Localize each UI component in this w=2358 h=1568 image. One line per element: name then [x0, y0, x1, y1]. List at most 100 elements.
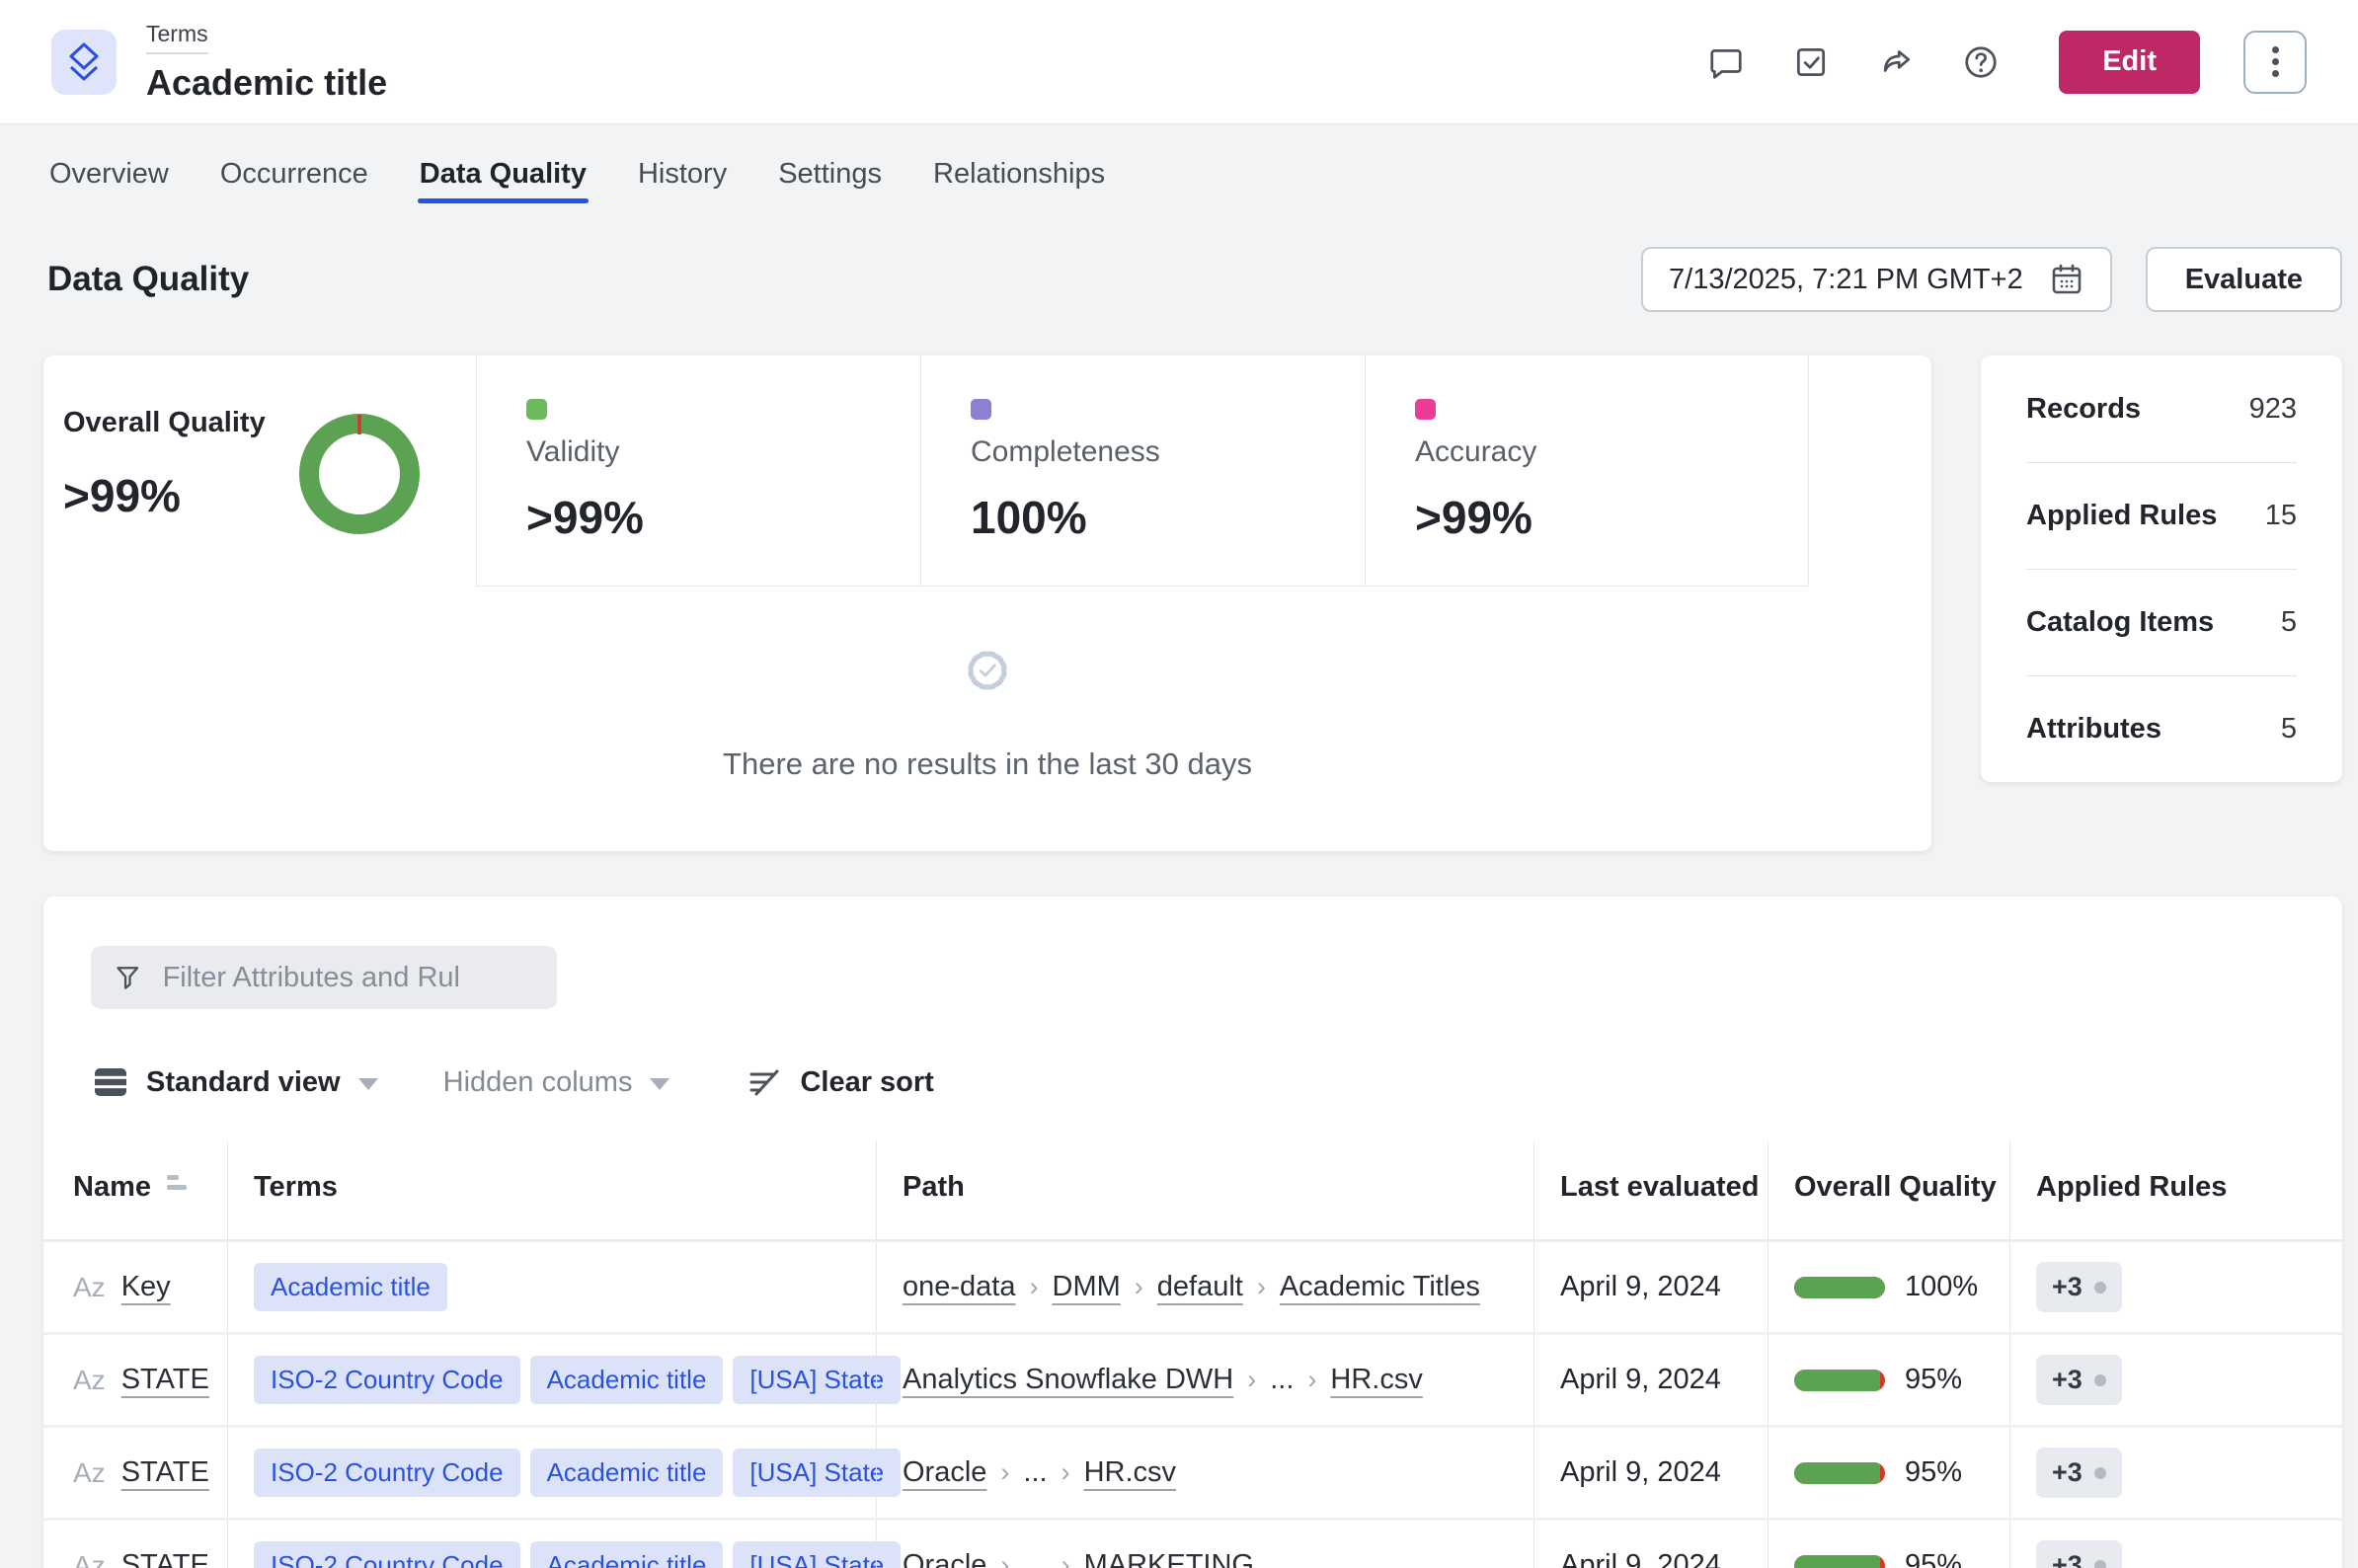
column-header-path[interactable]: Path	[876, 1141, 1533, 1239]
path-segment[interactable]: default	[1157, 1271, 1243, 1303]
tasks-button[interactable]	[1790, 41, 1832, 83]
quality-percent: 95%	[1905, 1364, 1962, 1396]
path-segment[interactable]: Academic Titles	[1280, 1271, 1480, 1303]
cell-overall-quality: 95%	[1768, 1335, 2009, 1425]
tab-overview[interactable]: Overview	[47, 154, 171, 211]
data-quality-panel: Overall Quality >99% Validity>99%Complet…	[43, 355, 1931, 851]
tab-history[interactable]: History	[636, 154, 729, 211]
help-button[interactable]	[1960, 41, 2002, 83]
path-segment[interactable]: DMM	[1053, 1271, 1121, 1303]
applied-rules-count: +3	[2052, 1365, 2083, 1395]
path-segment[interactable]: Analytics Snowflake DWH	[903, 1364, 1233, 1396]
metric-card-validity: Validity>99%	[476, 355, 920, 587]
share-button[interactable]	[1875, 41, 1917, 83]
applied-rules-count: +3	[2052, 1272, 2083, 1302]
tab-occurrence[interactable]: Occurrence	[218, 154, 370, 211]
column-header-terms[interactable]: Terms	[227, 1141, 876, 1239]
cell-terms: ISO-2 Country CodeAcademic title[USA] St…	[227, 1335, 876, 1425]
hidden-columns-picker[interactable]: Hidden colums	[443, 1066, 670, 1099]
sort-indicator-icon	[167, 1175, 187, 1190]
attributes-table-panel: Standard view Hidden colums Clear sort N…	[43, 897, 2342, 1568]
term-chip[interactable]: Academic title	[530, 1541, 724, 1568]
chevron-separator: ›	[1061, 1457, 1070, 1488]
last-evaluated-date: April 9, 2024	[1560, 1364, 1721, 1396]
cell-terms: Academic title	[227, 1242, 876, 1332]
attribute-name-link[interactable]: STATE	[121, 1364, 209, 1396]
path-segment[interactable]: Oracle	[903, 1549, 986, 1568]
hidden-columns-label: Hidden colums	[443, 1066, 633, 1099]
term-chip[interactable]: Academic title	[530, 1449, 724, 1497]
attribute-name-link[interactable]: Key	[121, 1271, 171, 1303]
path-segment[interactable]: Oracle	[903, 1456, 986, 1489]
row-type-abbrev: Az	[73, 1550, 106, 1568]
applied-rules-chip[interactable]: +3	[2036, 1262, 2122, 1312]
table-row: Az Key Academic title one-data › DMM › default ›…	[43, 1242, 2342, 1332]
cell-applied-rules: +3	[2009, 1428, 2342, 1518]
cell-name: AzSTATE	[43, 1335, 227, 1425]
term-chip[interactable]: Academic title	[530, 1356, 724, 1404]
comment-button[interactable]	[1705, 41, 1747, 83]
more-actions-button[interactable]	[2243, 31, 2307, 94]
applied-rules-chip[interactable]: +3	[2036, 1448, 2122, 1498]
path-ellipsis[interactable]: ...	[1270, 1364, 1294, 1396]
term-chip[interactable]: Academic title	[254, 1263, 447, 1311]
overall-quality-card: Overall Quality >99%	[43, 355, 476, 587]
chevron-separator: ›	[1257, 1272, 1266, 1302]
chevron-separator: ›	[1307, 1365, 1316, 1395]
tab-data-quality[interactable]: Data Quality	[418, 154, 589, 211]
metric-value: >99%	[1415, 491, 1808, 544]
cell-overall-quality: 100%	[1768, 1242, 2009, 1332]
metric-card-accuracy: Accuracy >99%	[1365, 355, 1809, 587]
attribute-name-link[interactable]: STATE	[121, 1456, 209, 1489]
column-header-name[interactable]: Name	[43, 1141, 227, 1239]
column-header-last-evaluated[interactable]: Last evaluated	[1533, 1141, 1768, 1239]
tab-settings[interactable]: Settings	[776, 154, 884, 211]
stat-value: 15	[2265, 500, 2297, 532]
path-segment[interactable]: one-data	[903, 1271, 1016, 1303]
metric-color-chip	[971, 399, 991, 420]
metric-card-completeness: Completeness100%	[920, 355, 1365, 587]
applied-rules-chip[interactable]: +3	[2036, 1355, 2122, 1405]
applied-rules-count: +3	[2052, 1457, 2083, 1488]
last-evaluated-date: April 9, 2024	[1560, 1271, 1721, 1303]
chevron-separator: ›	[1135, 1272, 1143, 1302]
column-header-applied-rules[interactable]: Applied Rules	[2009, 1141, 2342, 1239]
view-picker[interactable]: Standard view	[93, 1066, 378, 1099]
chevron-down-icon	[650, 1078, 669, 1090]
column-header-overall-quality[interactable]: Overall Quality	[1768, 1141, 2009, 1239]
chevron-separator: ›	[1061, 1550, 1070, 1568]
applied-rules-chip[interactable]: +3	[2036, 1540, 2122, 1568]
path-ellipsis[interactable]: ...	[1023, 1549, 1047, 1568]
datetime-picker[interactable]: 7/13/2025, 7:21 PM GMT+2	[1641, 247, 2112, 312]
empty-state-message: There are no results in the last 30 days	[43, 746, 1931, 782]
path-segment[interactable]: HR.csv	[1084, 1456, 1176, 1489]
filter-input-wrapper[interactable]	[91, 946, 557, 1009]
clear-sort-label: Clear sort	[800, 1066, 933, 1099]
metric-label: Accuracy	[1415, 435, 1808, 469]
tab-relationships[interactable]: Relationships	[931, 154, 1107, 211]
attributes-table: NameTermsPathLast evaluatedOverall Quali…	[43, 1141, 2342, 1568]
path-segment[interactable]: MARKETING	[1084, 1549, 1254, 1568]
path-ellipsis[interactable]: ...	[1023, 1456, 1047, 1489]
metric-label: Validity	[526, 435, 920, 469]
share-icon	[1877, 43, 1915, 81]
chevron-separator: ›	[1030, 1272, 1039, 1302]
cell-terms: ISO-2 Country CodeAcademic title[USA] St…	[227, 1428, 876, 1518]
term-chip[interactable]: ISO-2 Country Code	[254, 1449, 520, 1497]
column-header-label: Applied Rules	[2036, 1171, 2227, 1204]
section-title: Data Quality	[47, 260, 249, 299]
cell-path: Analytics Snowflake DWH›...›HR.csv	[876, 1335, 1533, 1425]
edit-button[interactable]: Edit	[2059, 31, 2200, 94]
evaluate-button[interactable]: Evaluate	[2146, 247, 2342, 312]
term-chip[interactable]: ISO-2 Country Code	[254, 1541, 520, 1568]
path-segment[interactable]: HR.csv	[1330, 1364, 1422, 1396]
quality-bar	[1794, 1462, 1885, 1484]
filter-input[interactable]	[163, 962, 533, 994]
clear-sort-button[interactable]: Clear sort	[747, 1064, 933, 1100]
stat-label: Catalog Items	[2026, 606, 2214, 639]
metric-cards: Validity>99%Completeness100% Accuracy >99%	[476, 355, 1809, 587]
last-evaluated-date: April 9, 2024	[1560, 1456, 1721, 1489]
term-chip[interactable]: ISO-2 Country Code	[254, 1356, 520, 1404]
row-type-abbrev: Az	[73, 1272, 106, 1303]
attribute-name-link[interactable]: STATE	[121, 1549, 209, 1568]
